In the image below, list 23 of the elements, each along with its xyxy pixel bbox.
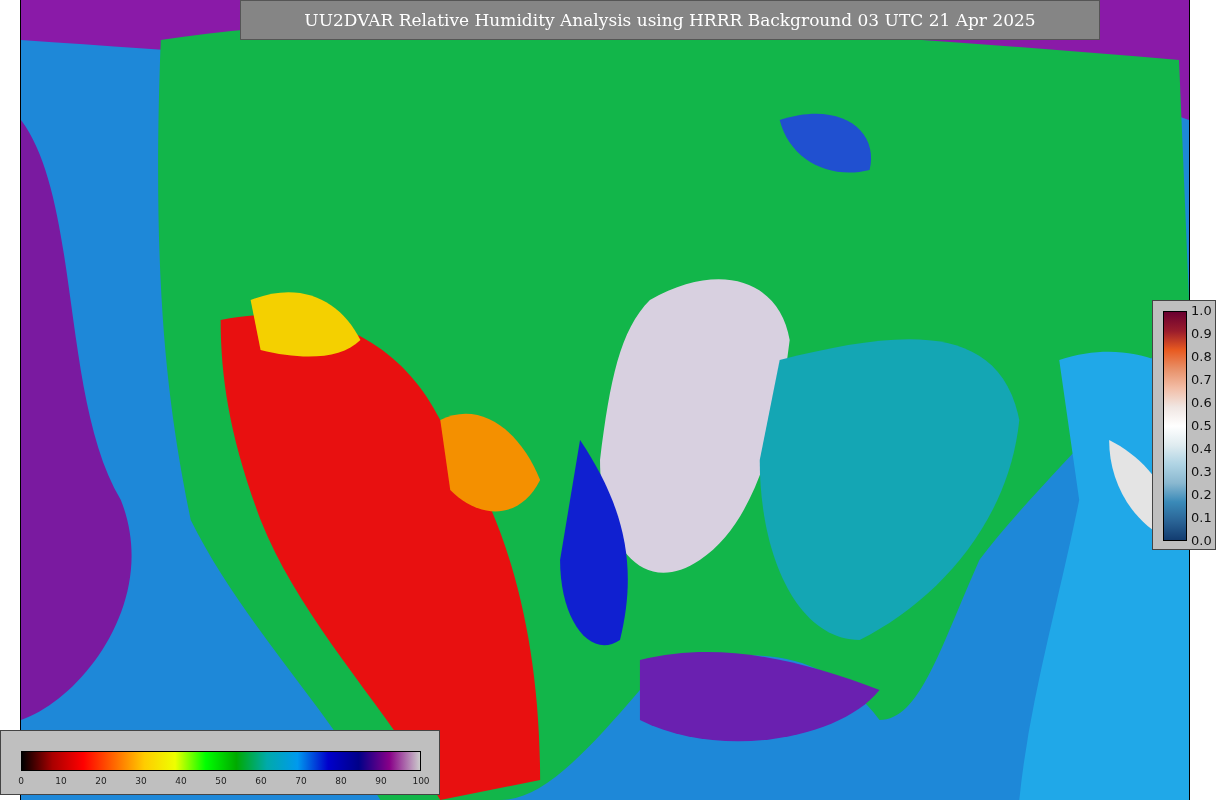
tick-label: 70 — [295, 775, 307, 787]
tick-label: 0.8 — [1191, 350, 1212, 364]
tick-label: 1.0 — [1191, 304, 1212, 318]
tick-label: 90 — [375, 775, 387, 787]
tick-label: 10 — [55, 775, 67, 787]
tick-label: 0.4 — [1191, 442, 1212, 456]
tick-label: 0.5 — [1191, 419, 1212, 433]
tick-label: 0.0 — [1191, 534, 1212, 548]
tick-label: 0.3 — [1191, 465, 1212, 479]
tick-label: 30 — [135, 775, 147, 787]
tick-label: 20 — [95, 775, 107, 787]
tick-label: 80 — [335, 775, 347, 787]
map-title: UU2DVAR Relative Humidity Analysis using HRRR Background 03 UTC 21 Apr 2025 — [240, 0, 1100, 40]
tick-label: 0.1 — [1191, 511, 1212, 525]
tick-label: 0 — [18, 775, 24, 787]
tick-label: 0.6 — [1191, 396, 1212, 410]
tick-label: 0.2 — [1191, 488, 1212, 502]
tick-label: 0.9 — [1191, 327, 1212, 341]
tick-label: 60 — [255, 775, 267, 787]
tick-label: 100 — [412, 775, 430, 787]
tick-label: 40 — [175, 775, 187, 787]
tick-label: 0.7 — [1191, 373, 1212, 387]
tick-label: 50 — [215, 775, 227, 787]
